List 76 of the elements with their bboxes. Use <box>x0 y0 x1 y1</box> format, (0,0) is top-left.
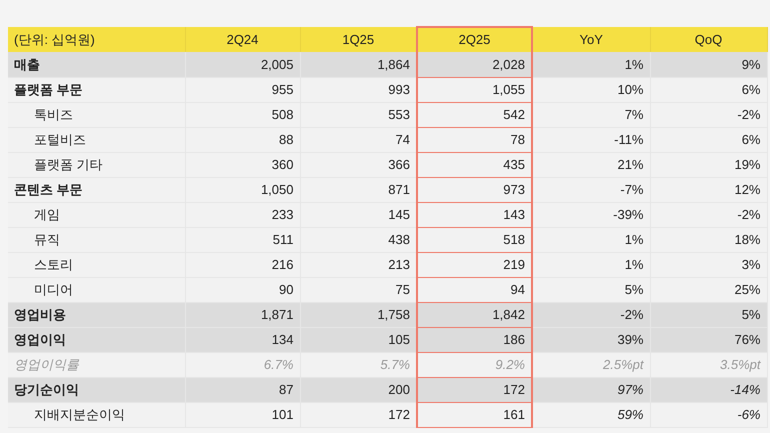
table-cell: 161 <box>417 402 532 427</box>
table-cell: 포털비즈 <box>8 127 185 152</box>
table-cell: -2% <box>650 102 767 127</box>
table-cell: 스토리 <box>8 252 185 277</box>
table-cell: 10% <box>532 77 650 102</box>
table-cell: 영업이익률 <box>8 352 185 377</box>
table-cell: 216 <box>185 252 300 277</box>
table-cell: 101 <box>185 402 300 427</box>
table-cell: 5% <box>532 277 650 302</box>
table-cell: 213 <box>300 252 417 277</box>
table-cell: 871 <box>300 177 417 202</box>
table-cell: 74 <box>300 127 417 152</box>
table-cell: 3.5%pt <box>650 352 767 377</box>
table-cell: 105 <box>300 327 417 352</box>
table-cell: 영업이익 <box>8 327 185 352</box>
table-cell: 200 <box>300 377 417 402</box>
table-cell: 2,005 <box>185 52 300 77</box>
table-cell: 360 <box>185 152 300 177</box>
table-cell: 게임 <box>8 202 185 227</box>
table-cell: 플랫폼 부문 <box>8 77 185 102</box>
table-cell: 59% <box>532 402 650 427</box>
table-cell: 3% <box>650 252 767 277</box>
table-cell: 1,871 <box>185 302 300 327</box>
table-cell: 1% <box>532 252 650 277</box>
table-cell: 145 <box>300 202 417 227</box>
table-cell: 19% <box>650 152 767 177</box>
table-cell: 553 <box>300 102 417 127</box>
table-cell: 5% <box>650 302 767 327</box>
table-cell: -7% <box>532 177 650 202</box>
table-cell: 7% <box>532 102 650 127</box>
table-cell: 2.5%pt <box>532 352 650 377</box>
table-cell: -6% <box>650 402 767 427</box>
table-cell: 1,050 <box>185 177 300 202</box>
table-cell: 511 <box>185 227 300 252</box>
table-cell: 미디어 <box>8 277 185 302</box>
table-cell: 172 <box>300 402 417 427</box>
table-cell: 영업비용 <box>8 302 185 327</box>
table-cell: 당기순이익 <box>8 377 185 402</box>
table-cell: 97% <box>532 377 650 402</box>
table-cell: 955 <box>185 77 300 102</box>
table-cell: 지배지분순이익 <box>8 402 185 427</box>
table-cell: 9% <box>650 52 767 77</box>
table-cell: 438 <box>300 227 417 252</box>
table-cell: 90 <box>185 277 300 302</box>
table-cell: 5.7% <box>300 352 417 377</box>
table-cell: 톡비즈 <box>8 102 185 127</box>
table-cell: -2% <box>650 202 767 227</box>
table-cell: 1% <box>532 227 650 252</box>
table-cell: -11% <box>532 127 650 152</box>
table-cell: 1,864 <box>300 52 417 77</box>
table-cell: 12% <box>650 177 767 202</box>
table-cell: 6% <box>650 127 767 152</box>
table-cell: 1% <box>532 52 650 77</box>
table-cell: -39% <box>532 202 650 227</box>
table-cell: 6.7% <box>185 352 300 377</box>
table-cell: 플랫폼 기타 <box>8 152 185 177</box>
table-cell: 콘텐츠 부문 <box>8 177 185 202</box>
table-cell: 1,758 <box>300 302 417 327</box>
table-cell: -14% <box>650 377 767 402</box>
table-cell: -2% <box>532 302 650 327</box>
table-cell: 뮤직 <box>8 227 185 252</box>
table-cell: 76% <box>650 327 767 352</box>
table-cell: 6% <box>650 77 767 102</box>
table-cell: 18% <box>650 227 767 252</box>
table-cell: 25% <box>650 277 767 302</box>
table-cell: 39% <box>532 327 650 352</box>
table-cell: 87 <box>185 377 300 402</box>
table-cell: 134 <box>185 327 300 352</box>
table-cell: 21% <box>532 152 650 177</box>
table-cell: 88 <box>185 127 300 152</box>
table-cell: 508 <box>185 102 300 127</box>
table-cell: 233 <box>185 202 300 227</box>
table-cell: 매출 <box>8 52 185 77</box>
table-cell: 75 <box>300 277 417 302</box>
table-cell: 366 <box>300 152 417 177</box>
table-cell: 993 <box>300 77 417 102</box>
